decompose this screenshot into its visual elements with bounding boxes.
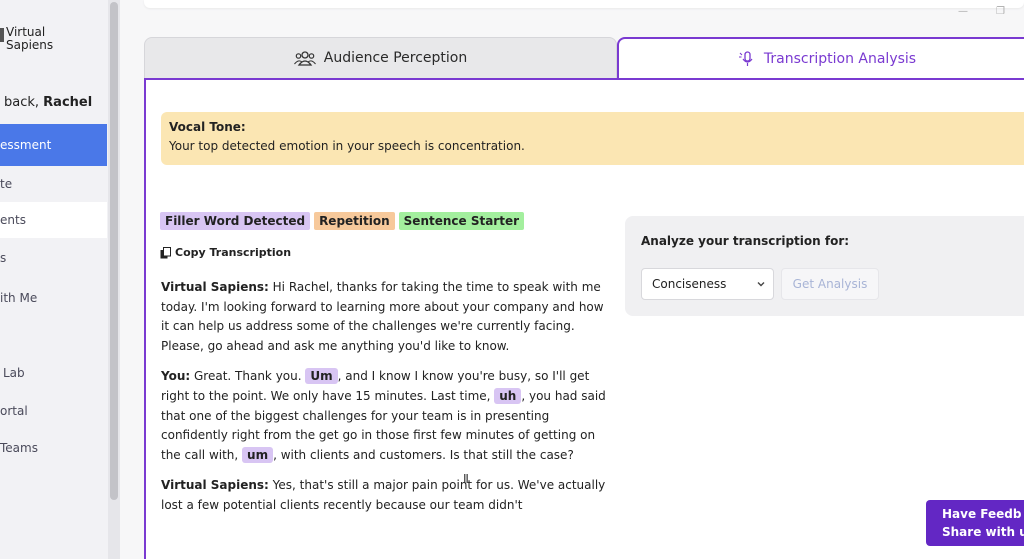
copy-transcription-button[interactable]: Copy Transcription	[160, 246, 291, 259]
copy-icon	[160, 246, 171, 258]
highlight-legend: Filler Word Detected Repetition Sentence…	[160, 212, 525, 230]
legend-filler-word: Filler Word Detected	[160, 212, 311, 230]
sidebar-item-label: ortal	[0, 404, 28, 418]
vocal-tone-text: Your top detected emotion in your speech…	[169, 139, 525, 153]
minimize-icon[interactable]: —	[958, 6, 968, 17]
sidebar-item-label: s	[0, 251, 7, 265]
legend-repetition: Repetition	[314, 212, 395, 230]
chevron-down-icon	[757, 282, 765, 287]
sidebar-item-label: te	[0, 177, 13, 191]
vocal-tone-banner: Vocal Tone: Your top detected emotion in…	[161, 112, 1024, 165]
feedback-button[interactable]: Have Feedb Share with u	[926, 500, 1024, 546]
sidebar-item-with-me[interactable]: ith Me	[0, 280, 107, 316]
main-area: — ❐ Audience Perception Transcription An…	[120, 0, 1024, 559]
transcript-paragraph: Virtual Sapiens: Hi Rachel, thanks for t…	[161, 278, 611, 356]
sidebar-item-te[interactable]: te	[0, 166, 107, 202]
transcript-text: , with clients and customers. Is that st…	[273, 447, 574, 462]
sidebar: Virtual Sapiens back, Rachel essment te …	[0, 0, 108, 559]
transcript-paragraph: You: Great. Thank you. Um, and I know I …	[161, 367, 611, 465]
analysis-type-value: Conciseness	[652, 277, 727, 291]
sidebar-item-label: Teams	[0, 441, 38, 455]
feedback-line-2: Share with u	[942, 525, 1024, 539]
filler-word-highlight: uh	[494, 387, 522, 404]
sidebar-scrollbar[interactable]	[108, 0, 120, 559]
get-analysis-button[interactable]: Get Analysis	[781, 268, 879, 300]
sidebar-item-teams[interactable]: Teams	[0, 430, 107, 466]
tab-audience-perception[interactable]: Audience Perception	[144, 37, 617, 78]
audience-icon	[293, 51, 316, 66]
speaker-name: Virtual Sapiens:	[161, 280, 269, 294]
scrollbar-thumb[interactable]	[110, 2, 118, 500]
filler-word-highlight: um	[242, 446, 274, 463]
text-cursor-icon: Ⅱ	[463, 472, 469, 486]
speaker-name: You:	[161, 369, 191, 384]
sidebar-item-label: essment	[0, 138, 52, 152]
sidebar-item-label: ents	[0, 213, 26, 227]
welcome-prefix: back,	[4, 95, 40, 110]
transcript-text: Great. Thank you.	[190, 369, 306, 384]
welcome-name: Rachel	[43, 95, 93, 110]
analyze-panel: Analyze your transcription for: Concisen…	[625, 216, 1024, 316]
sidebar-item-s[interactable]: s	[0, 240, 107, 276]
legend-sentence-starter: Sentence Starter	[398, 212, 525, 230]
transcript-paragraph: Virtual Sapiens: Yes, that's still a maj…	[161, 476, 611, 515]
transcript-body: Virtual Sapiens: Hi Rachel, thanks for t…	[161, 278, 611, 527]
speaker-name: Virtual Sapiens:	[161, 478, 269, 493]
sidebar-item-label: Lab	[3, 366, 25, 380]
sidebar-item-label: ith Me	[0, 291, 38, 305]
tab-label: Transcription Analysis	[763, 51, 917, 67]
sidebar-item-assessment[interactable]: essment	[0, 124, 107, 166]
restore-icon[interactable]: ❐	[996, 6, 1005, 17]
filler-word-highlight: Um	[305, 368, 338, 385]
top-bar	[144, 0, 1024, 8]
brand-line-2: Sapiens	[6, 38, 54, 52]
welcome-message: back, Rachel	[4, 95, 92, 110]
brand-logo[interactable]: Virtual Sapiens	[0, 26, 53, 52]
tab-label: Audience Perception	[323, 50, 468, 66]
copy-transcription-label: Copy Transcription	[175, 246, 292, 259]
analyze-title: Analyze your transcription for:	[641, 234, 850, 248]
sidebar-item-ents[interactable]: ents	[0, 202, 107, 238]
analysis-type-select[interactable]: Conciseness	[641, 268, 774, 300]
sidebar-item-lab[interactable]: Lab	[0, 355, 107, 391]
vocal-tone-title: Vocal Tone:	[169, 120, 246, 134]
sidebar-item-portal[interactable]: ortal	[0, 393, 107, 429]
feedback-line-1: Have Feedb	[942, 507, 1022, 521]
tab-transcription-analysis[interactable]: Transcription Analysis	[617, 37, 1024, 79]
logo-mark-icon	[0, 28, 4, 42]
microphone-icon	[738, 51, 753, 66]
